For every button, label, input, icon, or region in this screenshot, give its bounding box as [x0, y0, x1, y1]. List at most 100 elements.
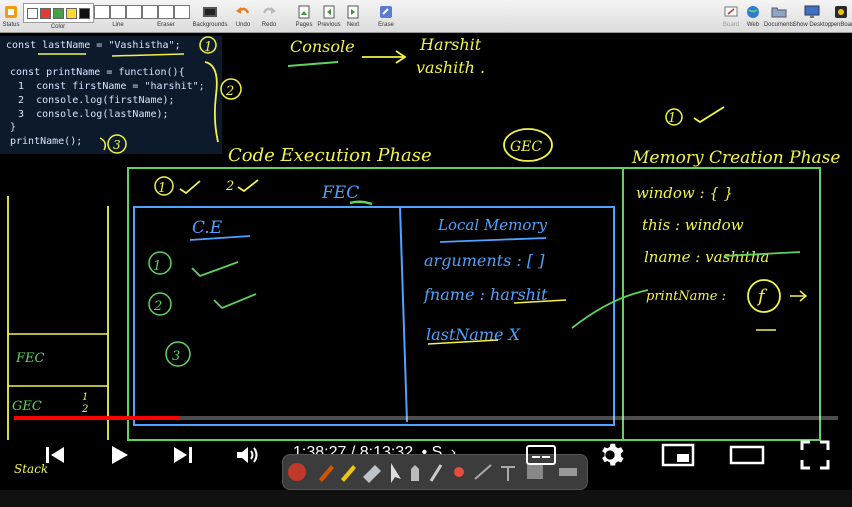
desktop-icon	[804, 3, 820, 21]
fec-title: FEC	[321, 183, 359, 203]
eraser-label: Eraser	[157, 22, 175, 28]
color-group[interactable]: Color	[22, 0, 94, 32]
erase-button[interactable]: Erase	[374, 0, 398, 32]
backgrounds-button[interactable]: Backgrounds	[190, 0, 230, 32]
redo-button[interactable]: Redo	[256, 0, 282, 32]
ce-step-2: 2	[153, 299, 162, 314]
undo-icon	[235, 3, 251, 21]
fec-underline	[349, 200, 373, 206]
pen-color-icon	[288, 463, 306, 481]
color-swatch-red[interactable]	[39, 7, 51, 19]
local-memory-arguments: arguments : [ ]	[424, 251, 545, 270]
previous-video-button[interactable]	[40, 440, 70, 470]
web-button[interactable]: Web	[742, 0, 764, 32]
code-execution-phase-title: Code Execution Phase	[228, 145, 432, 166]
svg-text:2: 2	[81, 404, 88, 415]
openboard-icon	[834, 3, 848, 21]
show-desktop-button[interactable]: Show Desktop	[793, 0, 831, 32]
play-button[interactable]	[104, 440, 134, 470]
fullscreen-button[interactable]	[798, 438, 832, 472]
pages-label: Pages	[295, 22, 313, 28]
settings-button[interactable]	[594, 440, 626, 470]
line-width-icons[interactable]	[94, 3, 142, 21]
eraser-group[interactable]: Eraser	[142, 0, 190, 32]
previous-button[interactable]: Previous	[316, 0, 342, 32]
memory-printname: printName :	[646, 289, 726, 304]
next-label: Next	[346, 22, 360, 28]
redo-label: Redo	[261, 22, 277, 28]
board-icon	[724, 3, 738, 21]
code-brace	[204, 61, 219, 143]
console-output-2: vashith .	[416, 58, 485, 77]
line-tool-icon	[474, 464, 492, 480]
local-memory-title: Local Memory	[437, 216, 548, 234]
volume-button[interactable]	[232, 440, 264, 470]
previous-label: Previous	[317, 22, 341, 28]
miniplayer-icon	[661, 443, 695, 467]
console-label: Console	[290, 37, 355, 56]
miniplayer-button[interactable]	[660, 440, 696, 470]
fullscreen-icon	[800, 440, 830, 470]
board-button[interactable]: Board	[720, 0, 742, 32]
stack-fec: FEC	[15, 351, 45, 366]
status-label: Status	[2, 22, 20, 28]
theater-mode-icon	[729, 445, 765, 465]
fec-divider	[399, 206, 408, 423]
undo-button[interactable]: Undo	[230, 0, 256, 32]
color-swatch-white[interactable]	[26, 7, 38, 19]
documents-button[interactable]: Documents	[764, 0, 794, 32]
next-button[interactable]: Next	[342, 0, 364, 32]
pointer-icon	[391, 463, 401, 483]
gec-label: GEC	[510, 139, 542, 155]
next-video-button[interactable]	[168, 440, 198, 470]
next-icon	[346, 3, 360, 21]
local-memory-fname: fname : harshit	[423, 285, 548, 304]
color-swatch-black[interactable]	[78, 7, 90, 19]
fec-step-2: 2	[225, 179, 234, 194]
toolbar-right: Board Web Documents Show Desktop OpenBoa…	[720, 0, 852, 32]
hand-icon	[411, 465, 419, 481]
video-progress-fill	[14, 416, 179, 420]
code-brace-2	[99, 137, 107, 151]
lookup-arrow	[571, 289, 649, 329]
annotation-step-2-code: 2	[225, 84, 234, 99]
pen-icon	[319, 465, 334, 482]
color-swatch-green[interactable]	[52, 7, 64, 19]
stack-gec: GEC	[12, 399, 42, 414]
memory-creation-phase-title: Memory Creation Phase	[631, 148, 840, 168]
memory-window: window : { }	[636, 184, 733, 202]
bottom-strip	[0, 490, 852, 507]
subtitles-icon	[526, 445, 556, 465]
ce-title: C.E	[192, 218, 223, 238]
previous-icon	[322, 3, 336, 21]
eraser-size-icons[interactable]	[142, 3, 190, 21]
folder-icon	[771, 3, 787, 21]
console-arrow	[362, 50, 407, 64]
color-swatch-yellow[interactable]	[65, 7, 77, 19]
function-f: f	[756, 286, 768, 307]
console-underline	[287, 61, 339, 67]
pages-button[interactable]: Pages	[292, 0, 316, 32]
backgrounds-icon	[202, 3, 218, 21]
theater-mode-button[interactable]	[728, 440, 766, 470]
gear-icon	[602, 443, 624, 466]
ce-step-3: 3	[172, 349, 180, 364]
backgrounds-label: Backgrounds	[192, 22, 228, 28]
board-label: Board	[723, 22, 740, 28]
subtitles-button[interactable]	[524, 440, 558, 470]
text-tool-icon	[501, 466, 515, 481]
color-swatches[interactable]	[22, 3, 94, 23]
video-progress-bar[interactable]	[14, 416, 838, 420]
zoom-in-icon	[429, 464, 443, 482]
whiteboard-canvas[interactable]: .ink-y { fill:#f2f24a; font-family:"Deja…	[0, 33, 852, 453]
redo-icon	[261, 3, 277, 21]
status-group[interactable]: Status	[0, 0, 22, 32]
skip-next-icon	[174, 447, 192, 463]
openboard-button[interactable]: OpenBoard	[830, 0, 852, 32]
status-icon	[4, 3, 18, 21]
code-underline-vashistha	[111, 53, 185, 57]
minimize-toolbar-icon	[559, 468, 577, 476]
erase-icon	[379, 3, 393, 21]
undo-label: Undo	[235, 22, 251, 28]
line-group[interactable]: Line	[94, 0, 142, 32]
